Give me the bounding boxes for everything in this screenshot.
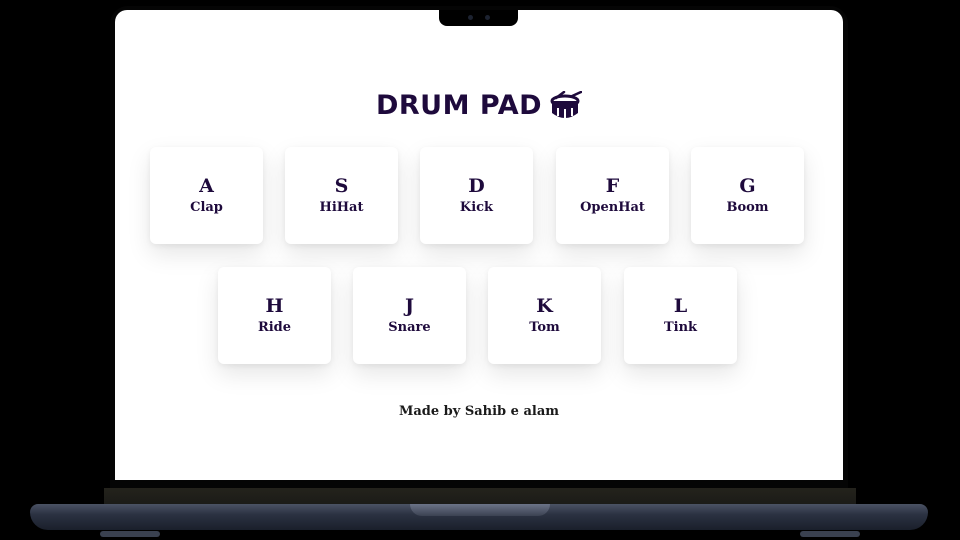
sensor-icon [485, 15, 490, 20]
page-title: DRUM PAD [115, 90, 843, 121]
app-screen: DRUM PAD A Clap S HiHat D Kick F OpenHat… [115, 10, 843, 480]
drum-pad-tink[interactable]: L Tink [624, 267, 737, 364]
pad-sound-label: Tink [663, 320, 698, 335]
footer-credit: Made by Sahib e alam [398, 404, 560, 419]
title-text: DRUM PAD [375, 90, 542, 121]
pad-sound-label: Snare [388, 320, 431, 335]
pad-key: A [199, 175, 214, 197]
drum-icon [550, 90, 582, 118]
drum-pad-kick[interactable]: D Kick [420, 147, 533, 244]
pad-key: H [265, 295, 284, 317]
pad-sound-label: Ride [257, 320, 292, 335]
drum-pad-openhat[interactable]: F OpenHat [556, 147, 669, 244]
pad-sound-label: OpenHat [580, 200, 645, 215]
pad-key: L [673, 295, 688, 317]
camera-notch [439, 10, 518, 26]
drum-pad-boom[interactable]: G Boom [691, 147, 804, 244]
drum-pad-tom[interactable]: K Tom [488, 267, 601, 364]
drum-pad-snare[interactable]: J Snare [353, 267, 466, 364]
pad-sound-label: HiHat [319, 200, 364, 215]
pad-sound-label: Tom [529, 320, 560, 335]
pad-key: K [536, 295, 553, 317]
laptop-foot [800, 531, 860, 537]
pad-sound-label: Clap [190, 200, 223, 215]
pad-key: F [605, 175, 620, 197]
drum-pad-ride[interactable]: H Ride [218, 267, 331, 364]
laptop-foot [100, 531, 160, 537]
drum-pad-hihat[interactable]: S HiHat [285, 147, 398, 244]
pad-key: G [739, 175, 756, 197]
pad-key: J [405, 295, 414, 317]
pad-key: S [334, 175, 349, 197]
camera-icon [468, 15, 473, 20]
pad-key: D [468, 175, 485, 197]
pad-sound-label: Boom [726, 200, 769, 215]
laptop-opening-notch [410, 504, 550, 516]
drum-pad-clap[interactable]: A Clap [150, 147, 263, 244]
pad-sound-label: Kick [459, 200, 494, 215]
